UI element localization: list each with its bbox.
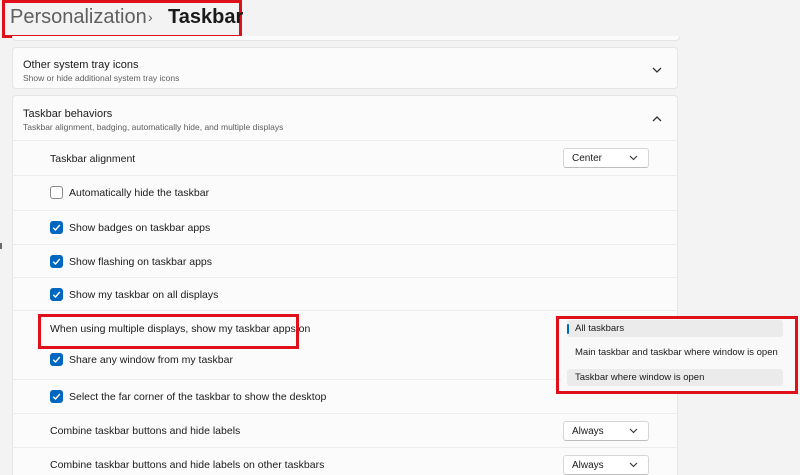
dropdown-value: Always [572, 426, 604, 437]
check-icon [52, 393, 61, 401]
page-header: Personalization › Taskbar [0, 0, 800, 40]
scrolled-card-edge [12, 36, 680, 41]
setting-label: Select the far corner of the taskbar to … [69, 391, 327, 403]
setting-combine-buttons: Combine taskbar buttons and hide labels … [12, 413, 678, 447]
all-displays-checkbox[interactable] [50, 288, 63, 301]
breadcrumb-separator-icon: › [148, 9, 153, 25]
setting-combine-other: Combine taskbar buttons and hide labels … [12, 447, 678, 475]
badges-checkbox[interactable] [50, 221, 63, 234]
setting-label: Show my taskbar on all displays [69, 289, 219, 301]
dropdown-value: Center [572, 153, 603, 164]
combine-dropdown[interactable]: Always [563, 421, 649, 441]
setting-show-flashing: Show flashing on taskbar apps [12, 244, 678, 277]
setting-label: Share any window from my taskbar [69, 354, 233, 366]
section-other-tray-icons[interactable]: Other system tray icons Show or hide add… [12, 47, 678, 89]
flashing-checkbox[interactable] [50, 255, 63, 268]
setting-taskbar-alignment: Taskbar alignment Center [12, 140, 678, 175]
setting-label: Show flashing on taskbar apps [69, 256, 213, 268]
section-title: Other system tray icons [23, 59, 139, 71]
multi-display-label-annotation [38, 314, 299, 349]
dropdown-value: Always [572, 460, 604, 471]
page-title: Taskbar [168, 6, 244, 28]
breadcrumb-parent[interactable]: Personalization [10, 6, 147, 29]
chevron-down-icon [629, 462, 638, 468]
setting-auto-hide: Automatically hide the taskbar [12, 175, 678, 210]
setting-label: Combine taskbar buttons and hide labels [50, 425, 241, 437]
setting-all-displays: Show my taskbar on all displays [12, 277, 678, 310]
check-icon [52, 291, 61, 299]
setting-label: Automatically hide the taskbar [69, 187, 210, 199]
setting-label: Combine taskbar buttons and hide labels … [50, 459, 325, 471]
dropdown-annotation [556, 316, 798, 394]
alignment-dropdown[interactable]: Center [563, 148, 649, 168]
section-subtitle: Show or hide additional system tray icon… [23, 73, 180, 83]
setting-label: Taskbar alignment [50, 153, 136, 165]
check-icon [52, 356, 61, 364]
section-header[interactable]: Taskbar behaviors Taskbar alignment, bad… [13, 96, 677, 140]
section-title: Taskbar behaviors [23, 108, 113, 120]
chevron-down-icon [629, 155, 638, 161]
section-subtitle: Taskbar alignment, badging, automaticall… [23, 122, 284, 132]
check-icon [52, 258, 61, 266]
check-icon [52, 224, 61, 232]
chevron-down-icon [629, 428, 638, 434]
setting-label: Show badges on taskbar apps [69, 222, 211, 234]
far-corner-checkbox[interactable] [50, 390, 63, 403]
left-edge-mark [0, 243, 2, 249]
auto-hide-checkbox[interactable] [50, 186, 63, 199]
setting-show-badges: Show badges on taskbar apps [12, 210, 678, 244]
chevron-up-icon[interactable] [651, 113, 663, 125]
chevron-down-icon[interactable] [651, 64, 663, 76]
share-window-checkbox[interactable] [50, 353, 63, 366]
combine-other-dropdown[interactable]: Always [563, 455, 649, 475]
